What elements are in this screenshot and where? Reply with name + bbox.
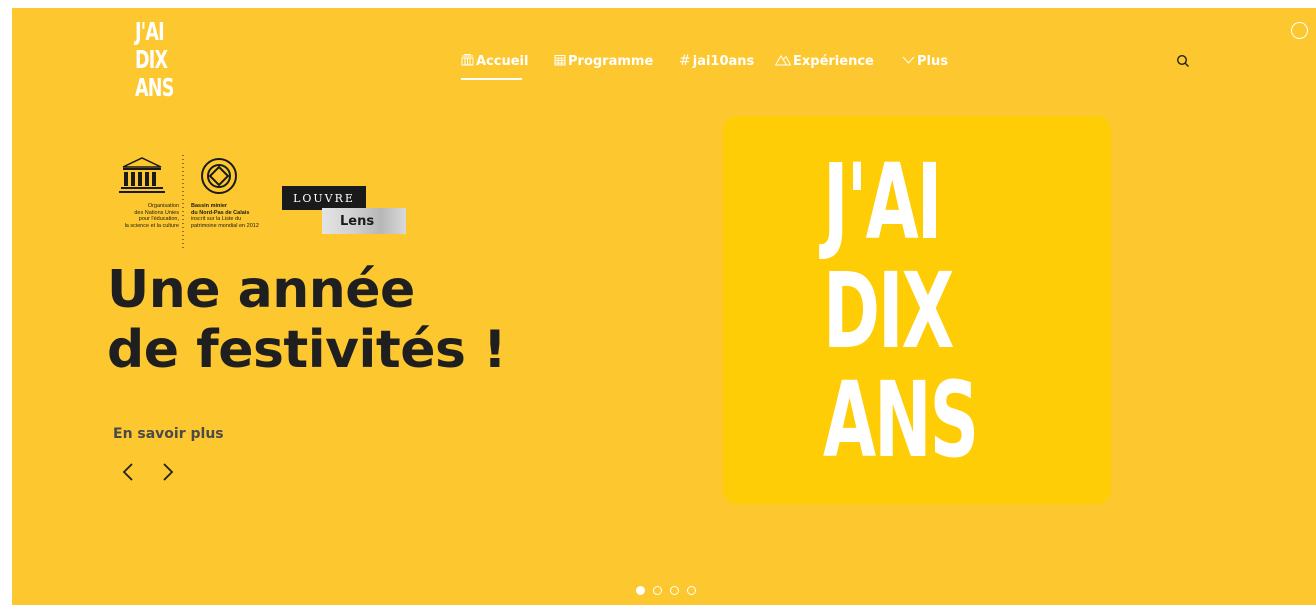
unesco-caption-left: Organisation des Nations Unies pour l'éd… <box>109 203 179 229</box>
big-logo-line-3: ANS <box>823 359 979 481</box>
nav-item-accueil[interactable]: Accueil <box>461 52 528 70</box>
big-logo-line-2: DIX <box>823 250 954 372</box>
slider-arrows <box>120 460 176 484</box>
nav-label-programme: Programme <box>568 53 654 69</box>
nav-label-plus: Plus <box>917 53 948 69</box>
lens-wordmark: Lens <box>322 208 406 234</box>
hero-image: J'AI DIX ANS <box>723 116 1111 504</box>
carousel-dot-4[interactable] <box>687 586 696 595</box>
louvre-lens-logo: LOUVRE Lens <box>282 186 406 236</box>
unesco-line: du Nord-Pas de Calais <box>191 209 250 216</box>
headline-line-2: de festivités ! <box>107 320 507 380</box>
nav-item-jai10ans[interactable]: # jai10ans <box>679 52 754 70</box>
logo-line-2: DIX <box>135 45 168 74</box>
prev-arrow-icon[interactable] <box>120 460 136 484</box>
nav-item-plus[interactable]: Plus <box>902 52 948 70</box>
site-logo[interactable]: J'AI DIX ANS <box>135 18 187 108</box>
nav-label-experience: Expérience <box>793 53 874 69</box>
search-icon[interactable] <box>1176 53 1190 67</box>
logo-line-1: J'AI <box>135 17 165 46</box>
unesco-emblem-icon <box>119 155 237 249</box>
logo-line-3: ANS <box>135 73 174 102</box>
nav-active-indicator <box>461 78 522 80</box>
big-logo: J'AI DIX ANS <box>823 148 1056 475</box>
unesco-line: la science et la culture <box>124 222 179 229</box>
hero-section: J'AI DIX ANS Accueil Programme # jai10an… <box>12 8 1316 605</box>
big-logo-line-1: J'AI <box>823 141 942 263</box>
nav-label-accueil: Accueil <box>476 53 529 69</box>
headline-line-1: Une année <box>107 260 415 320</box>
unesco-line: Bassin minier <box>191 203 228 209</box>
building-icon <box>461 53 474 69</box>
carousel-dot-2[interactable] <box>653 586 662 595</box>
nav-label-jai10ans: jai10ans <box>692 53 755 69</box>
carousel-dot-1[interactable] <box>636 586 645 595</box>
unesco-caption-right: Bassin minier du Nord-Pas de Calais insc… <box>191 203 281 229</box>
nav-item-programme[interactable]: Programme <box>554 52 653 70</box>
page: J'AI DIX ANS Accueil Programme # jai10an… <box>0 0 1316 605</box>
learn-more-link[interactable]: En savoir plus <box>113 426 224 442</box>
unesco-line: patrimoine mondial en 2012 <box>191 222 259 229</box>
mountain-icon <box>775 54 792 69</box>
louvre-wordmark: LOUVRE <box>282 186 366 210</box>
hashtag-icon: # <box>679 53 691 69</box>
loading-spinner-icon <box>1291 22 1308 39</box>
chevron-down-icon <box>902 54 915 68</box>
carousel-dots <box>636 586 696 595</box>
calendar-icon <box>554 54 566 69</box>
hero-headline: Une année de festivités ! <box>107 260 507 380</box>
next-arrow-icon[interactable] <box>160 460 176 484</box>
unesco-logo: Organisation des Nations Unies pour l'éd… <box>109 153 274 251</box>
carousel-dot-3[interactable] <box>670 586 679 595</box>
nav-item-experience[interactable]: Expérience <box>775 52 874 70</box>
